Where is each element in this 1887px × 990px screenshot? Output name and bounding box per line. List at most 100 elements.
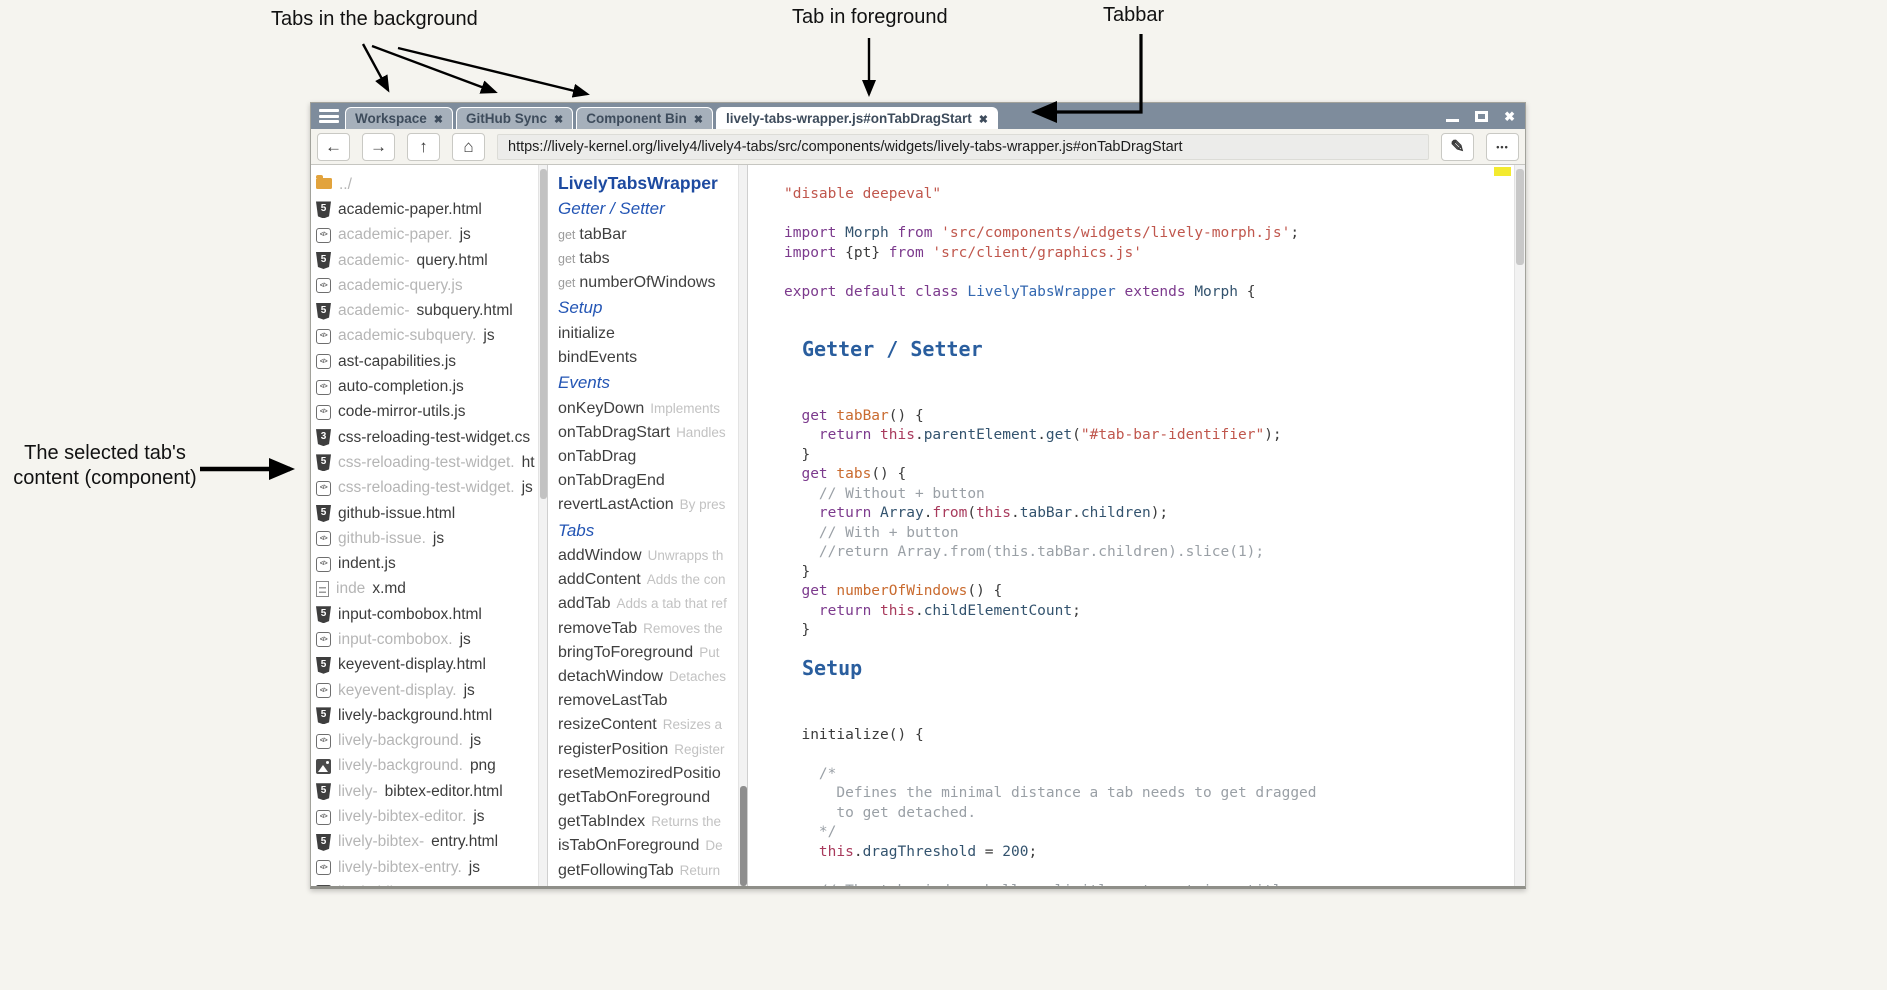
code-line[interactable]: // With + button (784, 524, 1525, 544)
file-panel-scrollbar[interactable] (538, 165, 547, 886)
file-row[interactable]: 5lively-bibtex-entry.html (316, 830, 537, 855)
file-row[interactable]: 3css-reloading-test-widget.cs (316, 425, 537, 450)
outline-item[interactable]: gettabs (558, 247, 738, 271)
outline-item[interactable]: isTabOnForegroundDe (558, 834, 738, 858)
edit-button[interactable]: ✎ (1441, 133, 1474, 161)
file-row[interactable]: </>keyevent-display.js (316, 678, 537, 703)
tab-close-icon[interactable]: ✖ (434, 113, 443, 126)
outline-item[interactable]: getnumberOfWindows (558, 271, 738, 295)
file-row[interactable]: index.md (316, 577, 537, 602)
file-row[interactable]: 5academic-query.html (316, 248, 537, 273)
file-row[interactable]: </>input-combobox.js (316, 627, 537, 652)
code-line[interactable]: // The tab window shall explicitly not c… (784, 882, 1525, 887)
scrollbar-thumb[interactable] (1516, 169, 1524, 265)
file-row[interactable]: lively-bibtex-entry.png (316, 880, 537, 886)
file-row[interactable]: lively-background.png (316, 754, 537, 779)
code-line[interactable]: */ (784, 823, 1525, 843)
code-line[interactable]: initialize() { (784, 726, 1525, 746)
outline-item[interactable]: registerPositionRegister (558, 738, 738, 762)
outline-item[interactable]: detachWindowDetaches (558, 665, 738, 689)
code-line[interactable]: return Array.from(this.tabBar.children); (784, 504, 1525, 524)
outline-item[interactable]: highlightUnsavedChan (558, 883, 738, 886)
outline-item[interactable]: bindEvents (558, 346, 738, 370)
outline-item[interactable]: onTabDragStartHandles (558, 421, 738, 445)
outline-class-name[interactable]: LivelyTabsWrapper (558, 171, 738, 196)
file-row[interactable]: 5input-combobox.html (316, 602, 537, 627)
code-line[interactable]: return this.childElementCount; (784, 602, 1525, 622)
code-line[interactable]: //return Array.from(this.tabBar.children… (784, 543, 1525, 563)
code-line[interactable]: } (784, 446, 1525, 466)
outline-category[interactable]: Setup (558, 295, 738, 322)
outline-category[interactable]: Tabs (558, 518, 738, 545)
outline-item[interactable]: removeLastTab (558, 689, 738, 713)
code-line[interactable]: export default class LivelyTabsWrapper e… (784, 283, 1525, 303)
outline-item[interactable]: revertLastActionBy pres (558, 493, 738, 517)
code-line[interactable]: // Without + button (784, 485, 1525, 505)
file-row[interactable]: </>academic-query.js (316, 273, 537, 298)
scrollbar-thumb[interactable] (540, 169, 547, 499)
minimize-button[interactable] (1446, 119, 1459, 122)
back-button[interactable]: ← (317, 133, 350, 161)
file-row[interactable]: </>lively-bibtex-entry.js (316, 855, 537, 880)
outline-item[interactable]: onTabDrag (558, 445, 738, 469)
tab-foreground[interactable]: lively-tabs-wrapper.js#onTabDragStart✖ (716, 107, 998, 129)
code-line[interactable]: return this.parentElement.get("#tab-bar-… (784, 426, 1525, 446)
outline-item[interactable]: resizeContentResizes a (558, 713, 738, 737)
tab-background[interactable]: Workspace✖ (345, 107, 453, 129)
code-line[interactable]: import {pt} from 'src/client/graphics.js… (784, 244, 1525, 264)
code-line[interactable] (784, 745, 1525, 765)
file-row[interactable]: 5academic-paper.html (316, 197, 537, 222)
outline-category[interactable]: Getter / Setter (558, 196, 738, 223)
code-line[interactable]: "disable deepeval" (784, 185, 1525, 205)
outline-item[interactable]: onTabDragEnd (558, 469, 738, 493)
code-line[interactable]: import Morph from 'src/components/widget… (784, 224, 1525, 244)
up-button[interactable]: ↑ (407, 133, 440, 161)
menu-icon[interactable] (319, 109, 339, 123)
code-line[interactable]: } (784, 563, 1525, 583)
maximize-button[interactable] (1475, 111, 1488, 122)
outline-item[interactable]: bringToForegroundPut (558, 641, 738, 665)
tab-background[interactable]: Component Bin✖ (576, 107, 713, 129)
file-row[interactable]: </>academic-subquery.js (316, 324, 537, 349)
code-line[interactable]: Defines the minimal distance a tab needs… (784, 784, 1525, 804)
file-row[interactable]: 5lively-background.html (316, 703, 537, 728)
code-line[interactable] (784, 302, 1525, 322)
code-line[interactable]: to get detached. (784, 804, 1525, 824)
code-line[interactable]: get tabs() { (784, 465, 1525, 485)
outline-item[interactable]: resetMemoziredPositio (558, 762, 738, 786)
code-editor[interactable]: "disable deepeval" import Morph from 'sr… (748, 165, 1525, 886)
code-line[interactable]: get numberOfWindows() { (784, 582, 1525, 602)
outline-item[interactable]: addContentAdds the con (558, 568, 738, 592)
file-row[interactable]: </>auto-completion.js (316, 374, 537, 399)
code-line[interactable] (784, 205, 1525, 225)
file-row[interactable]: </>css-reloading-test-widget.js (316, 476, 537, 501)
outline-panel-scrollbar[interactable] (738, 165, 747, 886)
tab-close-icon[interactable]: ✖ (979, 113, 988, 126)
tab-close-icon[interactable]: ✖ (554, 113, 563, 126)
more-button[interactable]: ••• (1486, 133, 1519, 161)
code-line[interactable] (784, 862, 1525, 882)
file-row[interactable]: 5lively-bibtex-editor.html (316, 779, 537, 804)
file-row[interactable]: </>code-mirror-utils.js (316, 400, 537, 425)
file-row[interactable]: ../ (316, 172, 537, 197)
file-row[interactable]: </>lively-bibtex-editor.js (316, 804, 537, 829)
code-line[interactable]: } (784, 621, 1525, 641)
code-line[interactable]: /* (784, 765, 1525, 785)
file-row[interactable]: 5keyevent-display.html (316, 653, 537, 678)
url-input[interactable]: https://lively-kernel.org/lively4/lively… (497, 134, 1429, 160)
file-row[interactable]: </>academic-paper.js (316, 223, 537, 248)
home-button[interactable]: ⌂ (452, 133, 485, 161)
outline-item[interactable]: initialize (558, 322, 738, 346)
tab-background[interactable]: GitHub Sync✖ (456, 107, 573, 129)
file-row[interactable]: 5css-reloading-test-widget.ht (316, 450, 537, 475)
code-line[interactable] (784, 263, 1525, 283)
file-row[interactable]: 5academic-subquery.html (316, 298, 537, 323)
outline-item[interactable]: getTabOnForeground (558, 786, 738, 810)
file-row[interactable]: 5github-issue.html (316, 501, 537, 526)
file-row[interactable]: </>github-issue.js (316, 526, 537, 551)
outline-item[interactable]: addTabAdds a tab that ref (558, 592, 738, 616)
tab-close-icon[interactable]: ✖ (694, 113, 703, 126)
close-window-button[interactable]: ✖ (1504, 110, 1515, 123)
file-row[interactable]: </>lively-background.js (316, 729, 537, 754)
outline-item[interactable]: gettabBar (558, 223, 738, 247)
